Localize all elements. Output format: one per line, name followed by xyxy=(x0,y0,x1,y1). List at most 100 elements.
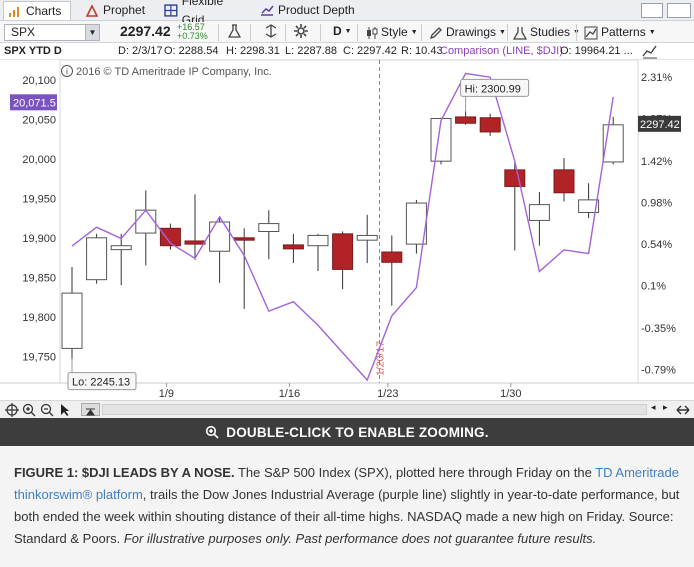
zoom-banner-label: DOUBLE-CLICK TO ENABLE ZOOMING. xyxy=(226,424,489,440)
pencil-icon xyxy=(429,26,442,39)
x-tick-label: 1/23 xyxy=(377,388,398,400)
dropdown-arrow-icon[interactable]: ▼ xyxy=(85,25,99,40)
zoom-out-icon[interactable] xyxy=(40,403,54,417)
symbol-value: SPX xyxy=(11,25,36,39)
y-tick-label: 19,850 xyxy=(22,272,56,284)
drawings-label: Drawings xyxy=(446,25,497,39)
aggregation-value: D xyxy=(333,24,342,38)
divider xyxy=(218,24,219,41)
candle-body xyxy=(381,251,403,263)
y2-tick-label: -0.79% xyxy=(641,365,676,377)
y-tick-label: 20,000 xyxy=(22,154,56,166)
aggregation-selector[interactable]: D ▼ xyxy=(333,24,352,39)
comparison-open: O: 19964.21 ... xyxy=(560,45,633,57)
info-open: O: 2288.54 xyxy=(164,45,219,57)
divider xyxy=(250,24,251,41)
cursor-arrow-icon[interactable] xyxy=(59,403,71,417)
scroll-right-icon[interactable]: ▸ xyxy=(663,402,668,413)
tab-bar: Charts Prophet Flexible Grid Product Dep… xyxy=(0,0,694,27)
y-tick-label: 19,800 xyxy=(22,312,56,324)
candle-body xyxy=(455,116,477,124)
chevron-down-icon: ▼ xyxy=(648,29,656,36)
zoom-banner[interactable]: DOUBLE-CLICK TO ENABLE ZOOMING. xyxy=(0,418,694,446)
candle-body xyxy=(233,237,255,241)
tab-prophet[interactable]: Prophet xyxy=(81,1,153,20)
figure-caption: FIGURE 1: $DJI LEADS BY A NOSE. The S&P … xyxy=(14,462,680,550)
info-date: D: 2/3/17 xyxy=(118,45,163,57)
divider xyxy=(357,24,358,41)
y-tick-label: 19,750 xyxy=(22,351,56,363)
drawings-menu[interactable]: Drawings ▼ xyxy=(429,25,506,40)
scroll-left-icon[interactable]: ◂ xyxy=(651,402,656,413)
tab-flexible-grid[interactable]: Flexible Grid xyxy=(160,0,248,27)
info-close: C: 2297.42 xyxy=(343,45,397,57)
price-change-percent: +0.73% xyxy=(177,31,208,41)
patterns-menu[interactable]: Patterns ▼ xyxy=(584,25,656,40)
horizontal-scrollbar[interactable] xyxy=(102,404,647,415)
spx-current-value: 2297.42 xyxy=(640,119,680,131)
candle-body xyxy=(553,169,575,194)
flask-icon[interactable] xyxy=(228,24,241,39)
chart-toolbar: SPX ▼ 2297.42 +16.57 +0.73% D ▼ Style ▼ … xyxy=(0,22,694,43)
y-tick-label: 19,950 xyxy=(22,193,56,205)
divider xyxy=(576,24,577,41)
y-tick-label: 20,050 xyxy=(22,114,56,126)
studies-menu[interactable]: Studies ▼ xyxy=(513,25,580,40)
tab-product-depth[interactable]: Product Depth xyxy=(256,1,356,20)
chevron-down-icon: ▼ xyxy=(410,29,418,36)
chart-settings-icon[interactable] xyxy=(642,44,658,59)
info-low: L: 2287.88 xyxy=(285,45,337,57)
divider xyxy=(421,24,422,41)
price-chart[interactable]: 1/20/17 20,10020,05020,00019,95019,90019… xyxy=(0,59,694,400)
chevron-down-icon: ▼ xyxy=(499,29,506,36)
y2-tick-label: 1.42% xyxy=(641,156,672,168)
scroll-start-button[interactable] xyxy=(81,403,100,416)
flask-icon xyxy=(513,26,527,40)
tab-label: Charts xyxy=(26,3,62,18)
x-tick-label: 1/16 xyxy=(279,388,300,400)
y2-tick-label: 2.31% xyxy=(641,72,672,84)
y2-tick-label: 0.54% xyxy=(641,239,672,251)
caption-text: The S&P 500 Index (SPX), plotted here th… xyxy=(234,465,596,480)
studies-label: Studies xyxy=(530,25,571,39)
candle-body xyxy=(258,223,280,232)
lo-label: Lo: 2245.13 xyxy=(72,377,130,389)
candles-icon xyxy=(367,26,378,39)
symbol-selector[interactable]: SPX ▼ xyxy=(4,24,100,41)
crosshair-icon[interactable] xyxy=(5,403,19,417)
gear-icon[interactable] xyxy=(293,23,309,39)
chart-area[interactable]: 1/20/17 20,100 20,050 20,000 19,950 19,900 19… xyxy=(0,59,694,400)
tab-charts[interactable]: Charts xyxy=(3,1,71,20)
candle-body xyxy=(479,117,501,133)
jump-start-icon xyxy=(86,408,95,416)
grid-icon xyxy=(164,4,178,17)
info-range: R: 10.43 xyxy=(401,45,443,57)
candle-body xyxy=(282,244,304,250)
y2-tick-label: 0.98% xyxy=(641,198,672,210)
candle-body xyxy=(504,169,526,187)
chart-bottom-bar: ◂ ▸ xyxy=(0,400,694,418)
style-menu[interactable]: Style ▼ xyxy=(366,25,418,40)
window-button[interactable] xyxy=(641,3,663,18)
share-icon[interactable] xyxy=(264,24,278,38)
caption-disclaimer: For illustrative purposes only. Past per… xyxy=(123,531,597,546)
copyright-text: 2016 © TD Ameritrade IP Company, Inc. xyxy=(76,66,272,78)
style-label: Style xyxy=(381,25,408,39)
zoom-icon xyxy=(206,425,219,439)
chart-title: SPX YTD D xyxy=(4,45,62,57)
divider xyxy=(507,24,508,41)
y2-tick-label: 0.1% xyxy=(641,281,666,293)
hi-label: Hi: 2300.99 xyxy=(465,83,521,95)
zoom-in-icon[interactable] xyxy=(22,403,36,417)
expand-horizontal-icon[interactable] xyxy=(676,403,690,417)
y2-tick-label: -0.35% xyxy=(641,323,676,335)
divider xyxy=(320,24,321,41)
last-price: 2297.42 xyxy=(120,23,171,39)
candle-body xyxy=(356,234,378,241)
candle-body xyxy=(307,234,329,247)
info-icon-glyph: i xyxy=(66,67,68,77)
caption-lead: FIGURE 1: $DJI LEADS BY A NOSE. xyxy=(14,465,235,480)
window-button[interactable] xyxy=(667,3,691,18)
x-tick-label: 1/30 xyxy=(500,388,521,400)
candle-body xyxy=(332,233,354,270)
